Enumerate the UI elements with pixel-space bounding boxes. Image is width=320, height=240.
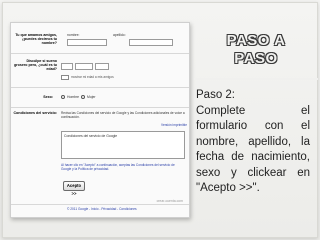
title-line-2: PASO	[234, 50, 278, 67]
title-line-1: PASO A	[226, 32, 286, 49]
divider	[11, 87, 189, 88]
footer-copyright: © 2011 Google - Inicio - Privacidad - Co…	[67, 207, 137, 211]
birth-month-select[interactable]	[75, 63, 93, 70]
name-field-label: nombre:	[67, 33, 80, 37]
birth-question-label: Díscúlpe si sueno grosero pero, ¿cuál es…	[14, 59, 57, 71]
step-label: Paso 2:	[196, 89, 235, 101]
form-screenshot: Tu que amamos amigos, ¿puedes decirnos t…	[10, 22, 190, 218]
accept-button[interactable]: Acepto >>	[63, 181, 85, 196]
first-name-input[interactable]	[67, 39, 107, 46]
printable-version-link[interactable]: Versión imprimible	[161, 123, 187, 127]
birthday-hint-text: mostrar mi edad a mis amigos	[71, 75, 114, 79]
sex-radio-female[interactable]	[81, 95, 85, 99]
divider	[11, 204, 189, 205]
title-divider	[194, 78, 318, 80]
acceptance-text: Al hacer clic en "Acepto" a continuación…	[61, 163, 175, 171]
step-text: Complete el formulario con el nombre, ap…	[196, 104, 310, 195]
footer-url: crear-cuenta.com	[156, 199, 183, 203]
surname-input[interactable]	[129, 39, 173, 46]
conditions-hint: Revisa las Condiciones del servicio de G…	[61, 111, 185, 119]
divider	[11, 107, 189, 108]
birth-year-select[interactable]	[95, 63, 109, 70]
sex-option-female: Mujer	[87, 95, 96, 99]
sex-radio-male[interactable]	[61, 95, 65, 99]
birthday-checkbox[interactable]	[61, 75, 69, 80]
slide-title: PASO A PASO	[202, 32, 310, 68]
birth-day-select[interactable]	[61, 63, 73, 70]
name-question-label: Tu que amamos amigos, ¿puedes decirnos t…	[15, 33, 57, 45]
conditions-label: Condiciones del servicio:	[13, 111, 57, 115]
divider	[11, 53, 189, 54]
surname-field-label: apellido:	[113, 33, 126, 37]
sex-label: Sexo:	[43, 95, 53, 99]
step-description: Paso 2: Complete el formulario con el no…	[196, 88, 310, 197]
conditions-textarea[interactable]: Condiciones del servicio de Google	[61, 131, 185, 159]
sex-option-male: Hombre	[67, 95, 80, 99]
